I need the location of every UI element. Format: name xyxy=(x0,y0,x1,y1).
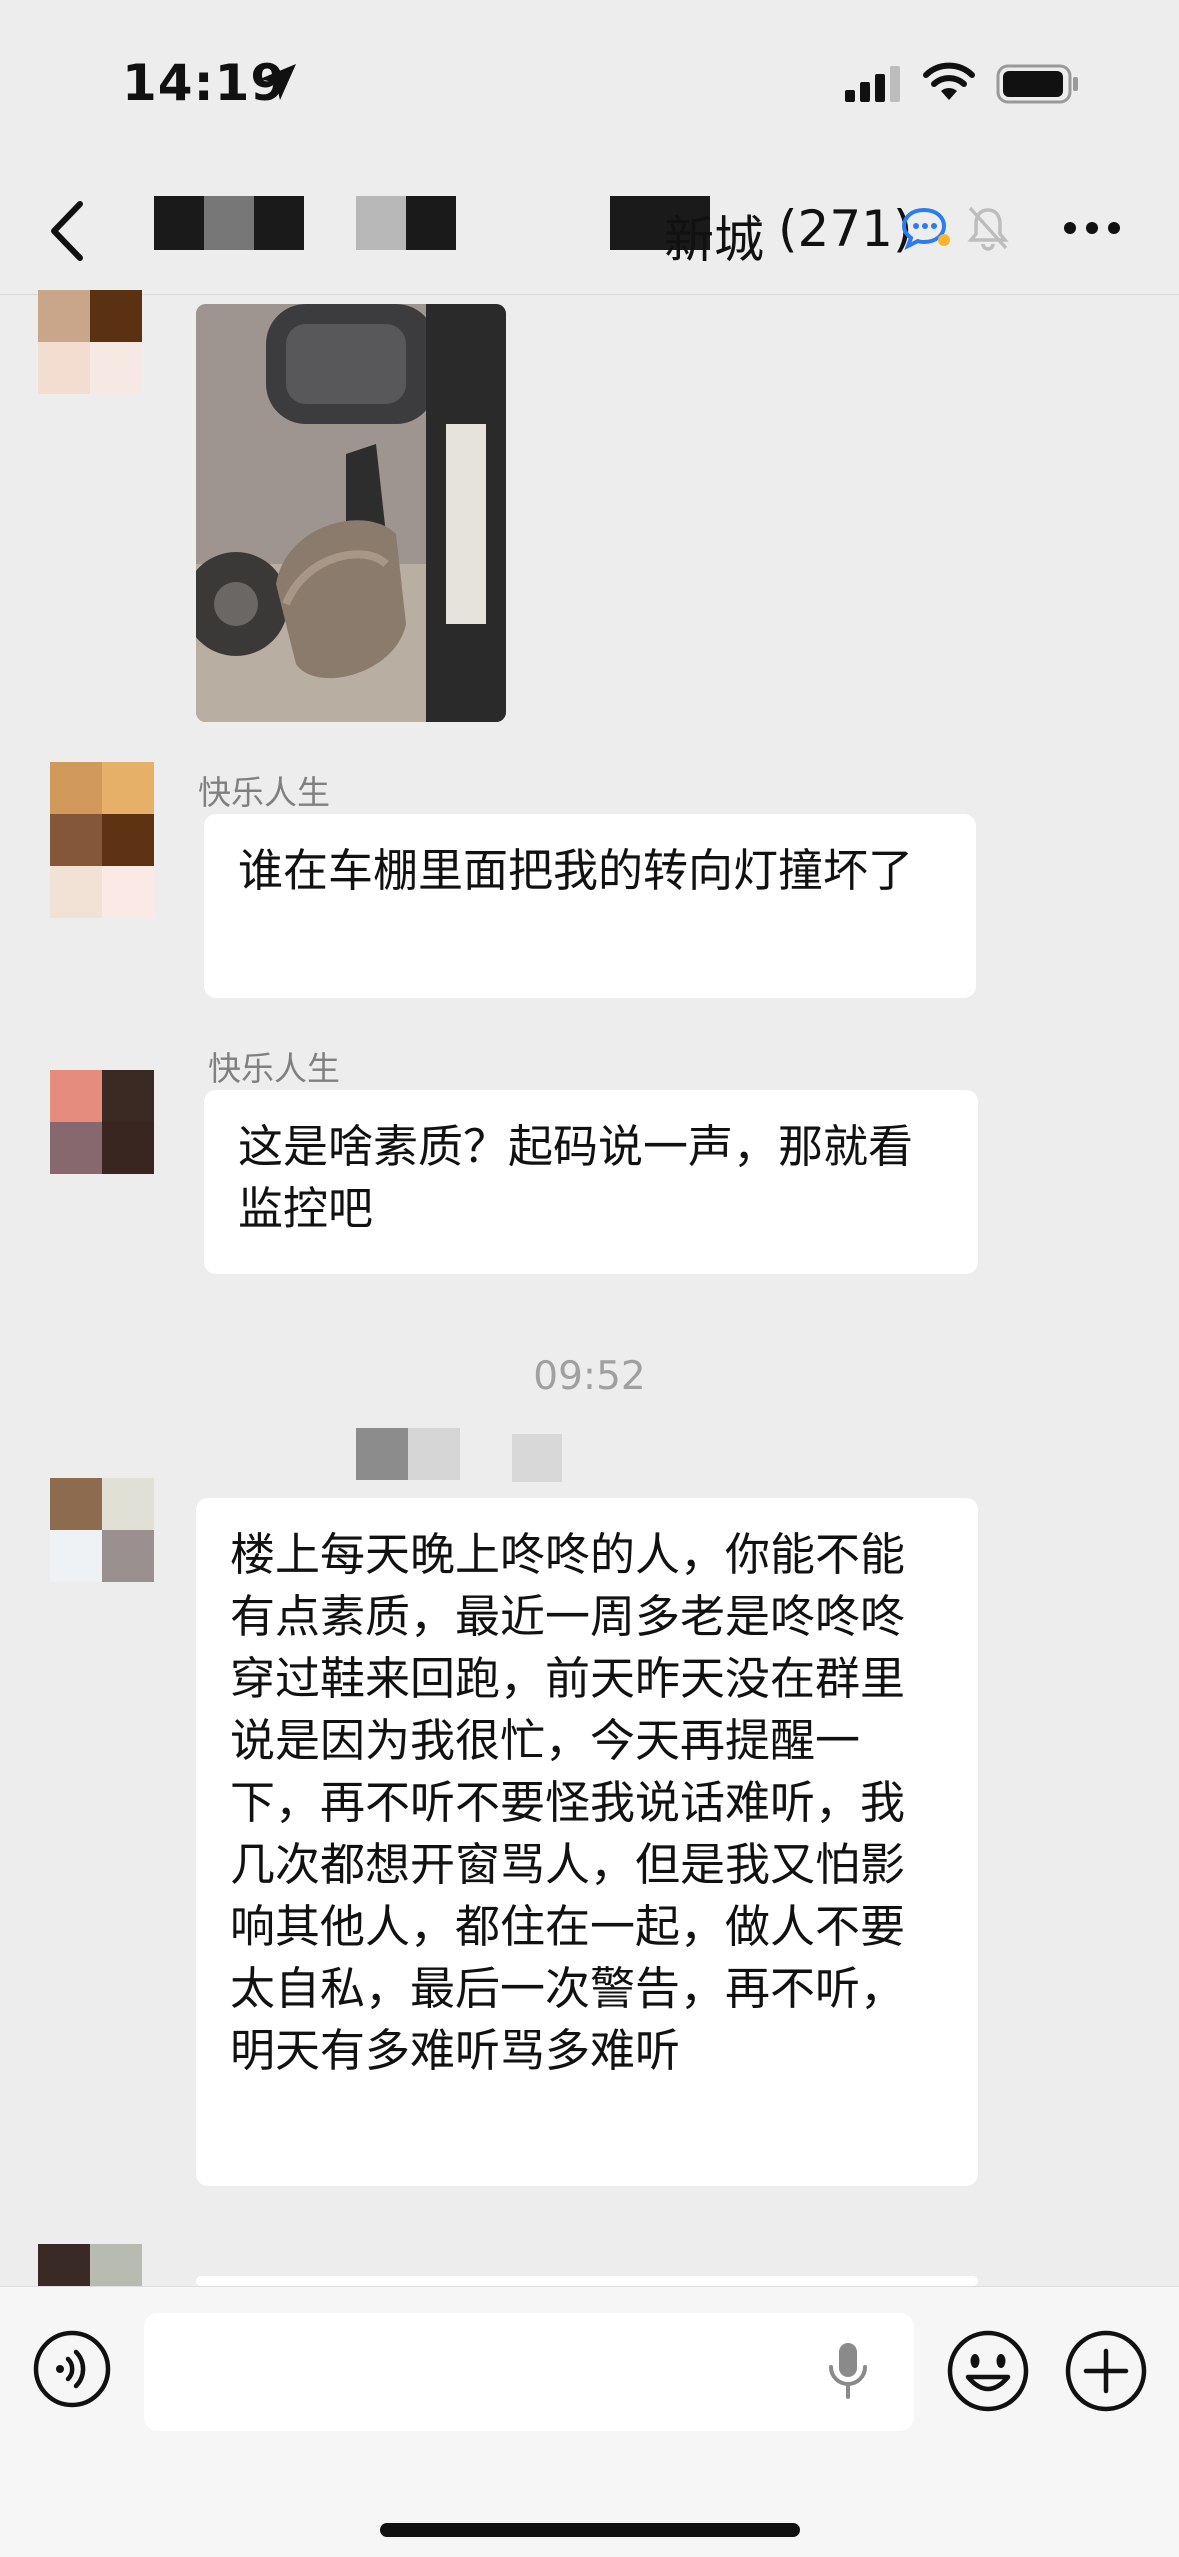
timestamp: 09:52 xyxy=(533,1354,646,1399)
sender-name: 快乐人生 xyxy=(198,773,330,812)
redaction-block xyxy=(406,196,456,250)
wifi-icon xyxy=(923,62,975,100)
battery-icon xyxy=(996,64,1078,104)
member-count: (271) xyxy=(778,200,913,258)
message-input[interactable] xyxy=(144,2313,914,2431)
redaction-block xyxy=(356,196,406,250)
home-indicator xyxy=(380,2523,800,2537)
mute-bell-icon xyxy=(967,206,1009,251)
location-arrow-icon xyxy=(260,64,296,100)
input-bar xyxy=(0,2286,1179,2557)
avatar[interactable] xyxy=(50,1070,154,1174)
emoji-icon[interactable] xyxy=(946,2329,1030,2413)
avatar-part xyxy=(50,866,154,918)
status-bar: 14:19 xyxy=(0,0,1179,170)
redaction-block xyxy=(154,196,204,250)
chat-title-text: 新城 xyxy=(664,211,764,269)
chat-title[interactable]: 新城 (271) xyxy=(150,196,920,269)
redaction-block xyxy=(512,1434,562,1482)
avatar[interactable] xyxy=(38,290,142,394)
sender-name: 快乐人生 xyxy=(208,1049,340,1088)
cellular-signal-icon xyxy=(845,66,900,102)
microphone-icon[interactable] xyxy=(826,2341,870,2401)
back-icon[interactable] xyxy=(46,198,86,264)
message-bubble[interactable]: 谁在车棚里面把我的转向灯撞坏了 xyxy=(204,814,976,998)
chat-header: 新城 (271) xyxy=(0,170,1179,295)
message-bubble[interactable]: 楼上每天晚上咚咚的人，你能不能有点素质，最近一周多老是咚咚咚穿过鞋来回跑，前天昨… xyxy=(196,1498,978,2186)
voice-mode-icon[interactable] xyxy=(32,2329,112,2409)
turn-signal-photo xyxy=(196,304,506,722)
photo-message[interactable] xyxy=(196,304,506,722)
redaction-block xyxy=(408,1428,460,1480)
redaction-block xyxy=(204,196,254,250)
plus-icon[interactable] xyxy=(1064,2329,1148,2413)
redaction-block xyxy=(254,196,304,250)
chat-bubble-icon[interactable] xyxy=(900,206,952,250)
message-bubble[interactable]: 这是啥素质？起码说一声，那就看监控吧 xyxy=(204,1090,978,1274)
more-icon[interactable] xyxy=(1064,222,1124,242)
message-bubble-partial xyxy=(196,2276,978,2286)
avatar[interactable] xyxy=(50,762,154,866)
avatar[interactable] xyxy=(38,2244,142,2286)
avatar[interactable] xyxy=(50,1478,154,1582)
redaction-block xyxy=(356,1428,408,1480)
